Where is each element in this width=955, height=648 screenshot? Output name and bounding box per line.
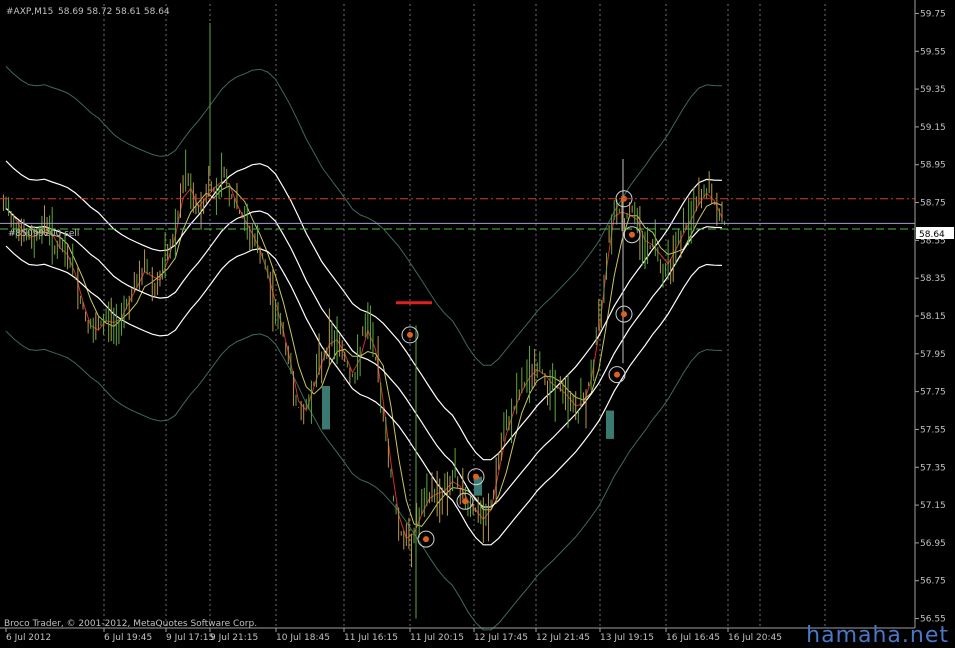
price-tick-label: 57.15 bbox=[920, 501, 946, 511]
price-tick-label: 58.75 bbox=[920, 199, 946, 209]
time-tick-label: 9 Jul 17:15 bbox=[166, 633, 214, 643]
watermark-logo: hamaha.net bbox=[806, 623, 949, 648]
price-tick-label: 57.95 bbox=[920, 350, 946, 360]
time-tick-label: 13 Jul 19:15 bbox=[600, 633, 654, 643]
time-tick-label: 16 Jul 20:45 bbox=[728, 633, 782, 643]
histogram-bar bbox=[322, 385, 330, 430]
signal-dot bbox=[473, 473, 479, 480]
time-axis: 6 Jul 2012 6 Jul 19:45 9 Jul 17:159 Jul 21… bbox=[0, 627, 915, 643]
price-tick-label: 57.55 bbox=[920, 425, 946, 435]
price-tick-label: 58.15 bbox=[920, 312, 946, 322]
signal-dot bbox=[407, 331, 413, 338]
price-tick-label: 57.75 bbox=[920, 388, 946, 398]
price-bars[interactable] bbox=[2, 22, 726, 619]
signal-dot bbox=[621, 311, 627, 318]
price-tick-label: 58.95 bbox=[920, 161, 946, 171]
price-tick-label: 56.75 bbox=[920, 577, 946, 587]
symbol-label: #AXP,M15 bbox=[6, 7, 53, 17]
price-tick-label: 59.75 bbox=[920, 9, 946, 19]
price-tick-label: 58.35 bbox=[920, 274, 946, 284]
fast-moving-average bbox=[5, 181, 723, 539]
grid-lines bbox=[103, 4, 826, 628]
price-tick-label: 56.95 bbox=[920, 539, 946, 549]
signal-dot bbox=[614, 371, 620, 378]
indicator-lines bbox=[5, 66, 723, 631]
signal-dot bbox=[423, 536, 429, 543]
signal-dot bbox=[629, 231, 635, 238]
chart-window[interactable]: 59.75 59.55 59.35 59.15 58.95 58.75 58.55 58.35… bbox=[0, 0, 955, 648]
time-tick-label: 6 Jul 19:45 bbox=[104, 633, 152, 643]
ohlc-readout: 58.69 58.72 58.61 58.64 bbox=[58, 7, 170, 17]
order-label: #85099200 sell bbox=[8, 229, 79, 239]
time-tick-label: 6 Jul 2012 bbox=[6, 633, 51, 643]
time-tick-label: 9 Jul 21:15 bbox=[210, 633, 258, 643]
current-price-marker: 58.64 bbox=[919, 230, 945, 240]
signal-markers bbox=[396, 190, 641, 548]
histogram-bar bbox=[606, 410, 614, 439]
copyright-text: Broco Trader, © 2001-2012, MetaQuotes So… bbox=[4, 619, 257, 629]
price-tick-label: 57.35 bbox=[920, 463, 946, 473]
price-chart[interactable]: 59.7559.5559.3559.1558.9558.7558.5558.35… bbox=[0, 0, 955, 648]
band-lower-inner bbox=[5, 245, 723, 546]
time-tick-label: 10 Jul 18:45 bbox=[276, 633, 330, 643]
price-tick-label: 59.15 bbox=[920, 123, 946, 133]
price-tick-label: 59.55 bbox=[920, 47, 946, 57]
price-tick-label: 59.35 bbox=[920, 85, 946, 95]
time-tick-label: 11 Jul 16:15 bbox=[344, 633, 398, 643]
signal-dot bbox=[462, 498, 468, 505]
time-tick-label: 16 Jul 16:45 bbox=[666, 633, 720, 643]
price-axis: 59.7559.5559.3559.1558.9558.7558.5558.35… bbox=[914, 0, 946, 628]
band-middle bbox=[5, 207, 723, 508]
time-tick-label: 12 Jul 21:45 bbox=[536, 633, 590, 643]
horizontal-levels[interactable] bbox=[0, 198, 915, 230]
time-tick-label: 11 Jul 20:15 bbox=[410, 633, 464, 643]
time-tick-label: 12 Jul 17:45 bbox=[474, 633, 528, 643]
